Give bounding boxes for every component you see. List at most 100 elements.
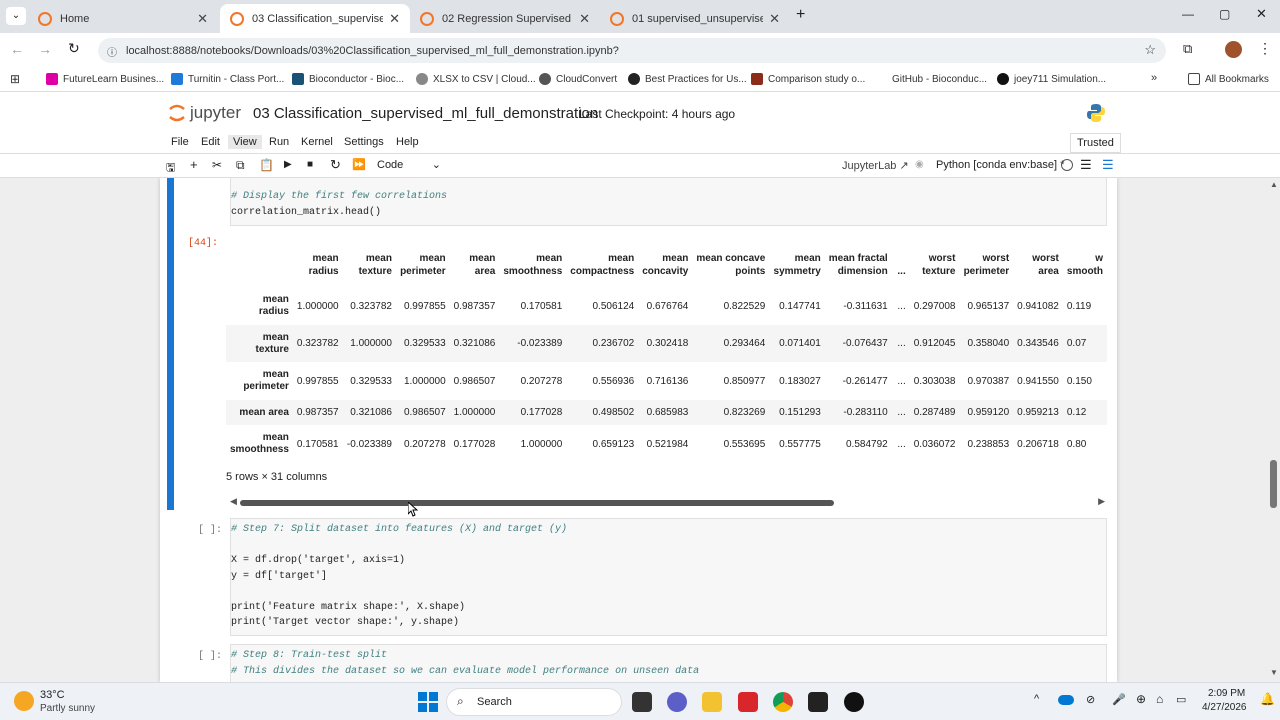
menu-kernel[interactable]: Kernel	[296, 135, 338, 149]
minimize-icon[interactable]: —	[1182, 7, 1194, 21]
close-icon[interactable]: ✕	[769, 11, 780, 27]
bookmark-star-icon[interactable]: ☆	[1144, 42, 1156, 58]
avatar[interactable]	[1225, 41, 1242, 58]
code-cell-input[interactable]: # Display the first few correlations cor…	[230, 178, 1107, 226]
scroll-right-icon[interactable]: ▶	[1098, 496, 1105, 507]
bookmark-xlsx-to-csv[interactable]: XLSX to CSV | Cloud...	[416, 73, 536, 85]
bookmark-joey711[interactable]: joey711 Simulation...	[997, 73, 1106, 85]
menu-run[interactable]: Run	[264, 135, 294, 149]
column-header: mean concave points	[692, 235, 769, 287]
table-of-contents-icon[interactable]: ☰	[1102, 157, 1114, 173]
apps-icon[interactable]: ⊞	[10, 72, 20, 86]
trusted-badge[interactable]: Trusted	[1070, 133, 1121, 153]
bookmark-best-practices[interactable]: Best Practices for Us...	[628, 73, 747, 85]
menu-help[interactable]: Help	[391, 135, 424, 149]
vertical-scrollbar[interactable]: ▲ ▼	[1268, 178, 1280, 682]
extensions-icon[interactable]: ⧉	[1183, 41, 1192, 57]
code-cell-input[interactable]: # Step 7: Split dataset into features (X…	[230, 518, 1107, 636]
battery-icon[interactable]: ▭	[1176, 693, 1186, 706]
table-cell: 0.119	[1066, 300, 1092, 312]
column-header: w smooth	[1063, 235, 1107, 287]
notebook-title[interactable]: 03 Classification_supervised_ml_full_dem…	[253, 105, 598, 122]
network-icon[interactable]: ⌂	[1156, 692, 1163, 706]
fast-forward-icon[interactable]: ⏩	[352, 158, 366, 171]
restart-icon[interactable]: ↻	[330, 157, 341, 173]
file-explorer-icon[interactable]	[702, 692, 722, 712]
site-info-icon[interactable]: ⓘ	[107, 44, 117, 59]
menu-edit[interactable]: Edit	[196, 135, 225, 149]
kernel-name[interactable]: Python [conda env:base] *	[936, 159, 1064, 171]
notebook-toolbar: 🖫 + ✂ ⧉ 📋 ▶ ■ ↻ ⏩ Code ⌄ JupyterLab ↗ ◉ P…	[0, 154, 1280, 178]
chat-icon[interactable]	[667, 692, 687, 712]
wifi-off-icon[interactable]: ⊘	[1086, 693, 1095, 706]
onedrive-icon[interactable]	[1058, 695, 1074, 705]
reload-icon[interactable]: ↻	[68, 40, 80, 57]
taskbar-search[interactable]: ⌕ Search	[446, 688, 622, 716]
save-icon[interactable]: 🖫	[166, 159, 175, 178]
row-index-text: mean	[262, 331, 289, 343]
bookmark-comparison-study[interactable]: Comparison study o...	[751, 73, 865, 85]
bookmark-turnitin[interactable]: Turnitin - Class Port...	[171, 73, 284, 85]
stop-icon[interactable]: ■	[307, 159, 313, 170]
tab-supervised[interactable]: 01 supervised_unsupervised_ml ✕	[600, 4, 790, 33]
all-bookmarks[interactable]: All Bookmarks	[1188, 73, 1269, 85]
bookmark-bioconductor[interactable]: Bioconductor - Bioc...	[292, 73, 404, 85]
cut-icon[interactable]: ✂	[212, 158, 222, 172]
globe-icon	[628, 73, 640, 85]
weather-text: Partly sunny	[40, 703, 96, 714]
url-input[interactable]: ⓘ localhost:8888/notebooks/Downloads/03%…	[98, 38, 1166, 63]
chevron-right-icon[interactable]: »	[1151, 72, 1157, 84]
chevron-up-icon[interactable]: ^	[1034, 693, 1039, 705]
more-menu-icon[interactable]: ⋮	[1258, 40, 1272, 57]
scroll-left-icon[interactable]: ◀	[230, 496, 237, 507]
menu-view[interactable]: View	[228, 135, 262, 149]
scroll-down-icon[interactable]: ▼	[1270, 668, 1278, 677]
command-palette-icon[interactable]: ☰	[1080, 157, 1092, 173]
clock-time[interactable]: 2:09 PM	[1208, 688, 1245, 699]
close-icon[interactable]: ✕	[579, 11, 590, 27]
weather-widget[interactable]: 33°C Partly sunny	[14, 689, 124, 717]
menu-settings[interactable]: Settings	[339, 135, 389, 149]
paste-icon[interactable]: 📋	[259, 158, 274, 172]
windows-start-icon[interactable]	[418, 692, 438, 712]
horizontal-scrollbar[interactable]: ◀ ▶	[230, 496, 1105, 508]
back-icon[interactable]: ←	[10, 41, 24, 57]
menu-file[interactable]: File	[166, 135, 194, 149]
close-icon[interactable]: ✕	[389, 11, 400, 27]
bookmark-futurelearn[interactable]: FutureLearn Busines...	[46, 73, 164, 85]
forward-icon[interactable]: →	[38, 41, 52, 57]
scrollbar-thumb[interactable]	[240, 500, 834, 506]
code-cell-input[interactable]: # Step 8: Train-test split # This divides…	[230, 644, 1107, 682]
run-icon[interactable]: ▶	[284, 159, 292, 170]
jupyterlab-link[interactable]: JupyterLab ↗	[842, 159, 909, 172]
cell-type-select[interactable]: Code ⌄	[377, 159, 441, 171]
close-icon[interactable]: ✕	[197, 11, 208, 27]
row-index-text: mean	[262, 432, 289, 443]
clock-date[interactable]: 4/27/2026	[1202, 702, 1247, 713]
language-icon[interactable]: ⊕	[1136, 692, 1146, 706]
new-tab-icon[interactable]: +	[796, 6, 805, 24]
wps-office-icon[interactable]	[738, 692, 758, 712]
turnitin-icon	[171, 73, 183, 85]
github-desktop-icon[interactable]	[844, 692, 864, 712]
browser-tab-bar: ⌄ Home ✕ 03 Classification_supervised_ml…	[0, 0, 1280, 33]
microphone-icon[interactable]: 🎤	[1112, 693, 1126, 706]
bookmark-cloudconvert[interactable]: CloudConvert	[539, 73, 617, 85]
maximize-icon[interactable]: ▢	[1219, 7, 1230, 21]
bookmark-github-bioconductor[interactable]: GitHub - Bioconduc...	[875, 73, 987, 85]
chrome-icon[interactable]	[773, 692, 793, 712]
table-cell: 0.659123	[592, 438, 635, 450]
notifications-icon[interactable]: 🔔	[1260, 692, 1275, 706]
scroll-up-icon[interactable]: ▲	[1270, 180, 1278, 189]
scrollbar-thumb[interactable]	[1270, 460, 1277, 508]
window-close-icon[interactable]: ✕	[1256, 6, 1267, 22]
tab-list-menu-icon[interactable]: ⌄	[6, 7, 26, 25]
copy-icon[interactable]: ⧉	[236, 158, 245, 173]
tab-home[interactable]: Home ✕	[28, 4, 218, 33]
jupyter-logo-icon[interactable]	[168, 102, 186, 124]
tab-regression[interactable]: 02 Regression Supervised Mach ✕	[410, 4, 600, 33]
tab-classification[interactable]: 03 Classification_supervised_ml ✕	[220, 4, 410, 33]
add-cell-icon[interactable]: +	[190, 157, 198, 172]
task-view-icon[interactable]	[632, 692, 652, 712]
terminal-icon[interactable]	[808, 692, 828, 712]
